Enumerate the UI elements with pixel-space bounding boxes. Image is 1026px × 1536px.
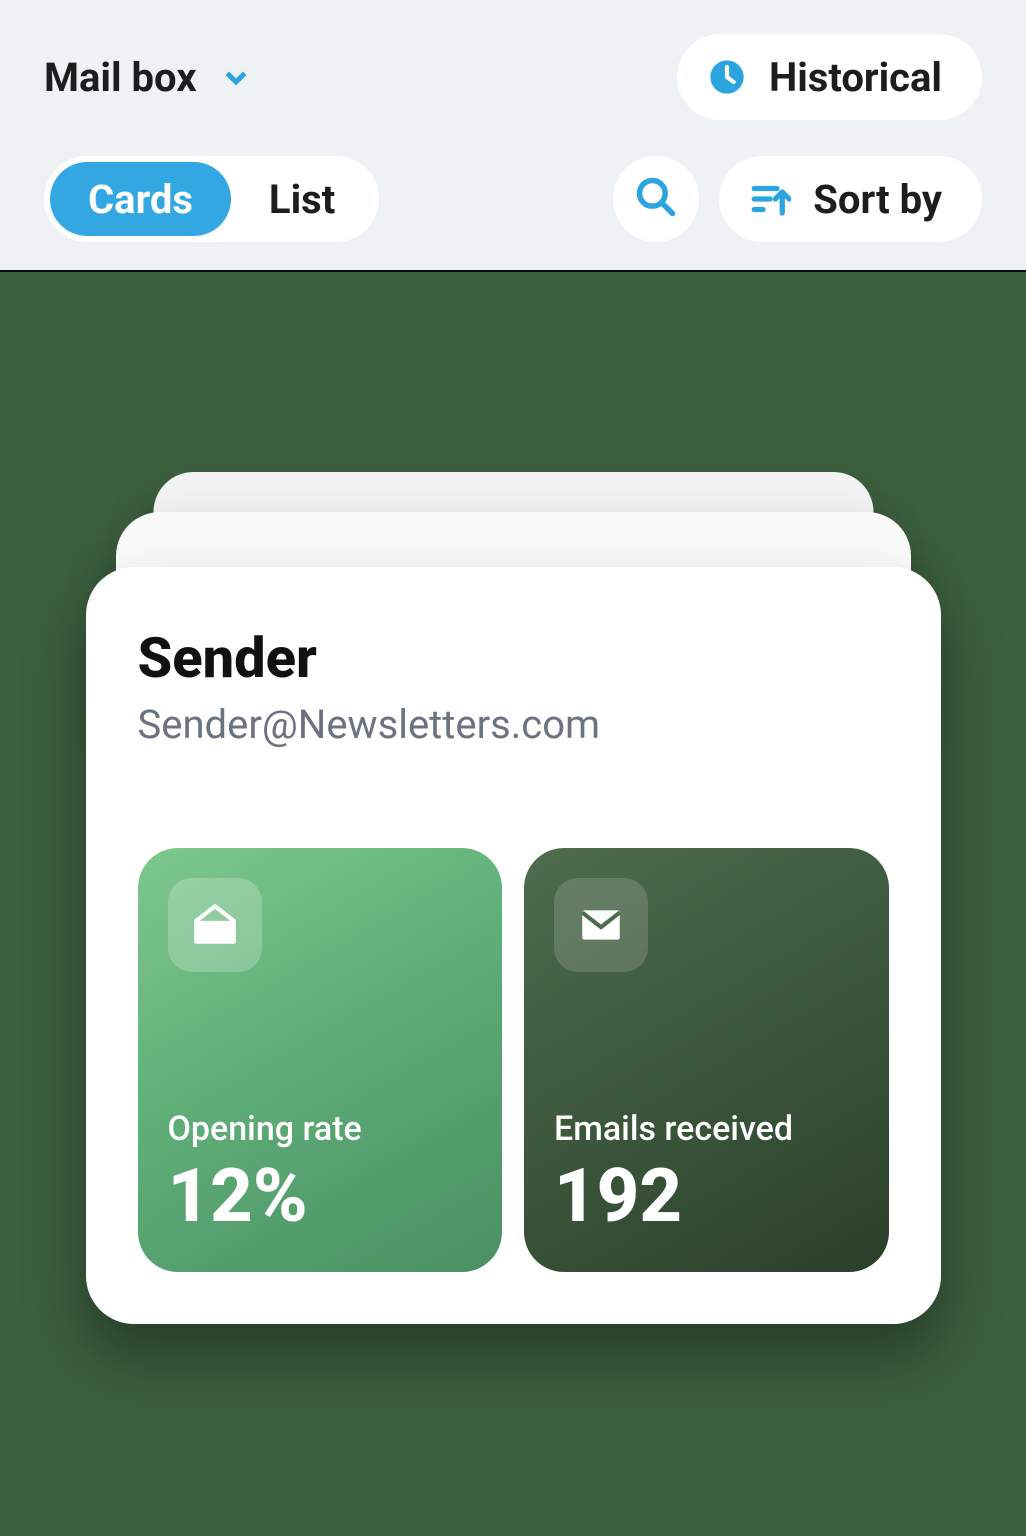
metric-tiles: Opening rate 12% Emails received 192 — [138, 848, 889, 1272]
sender-title: Sender — [138, 625, 889, 691]
chevron-down-icon — [221, 62, 251, 92]
tile-opening-rate-value: 12% — [168, 1153, 473, 1240]
mailbox-select-label: Mail box — [44, 54, 197, 101]
tile-emails-received-value: 192 — [554, 1153, 859, 1240]
tile-opening-rate[interactable]: Opening rate 12% — [138, 848, 503, 1272]
historical-label: Historical — [769, 54, 942, 101]
envelope-icon — [554, 878, 648, 972]
sort-label: Sort by — [813, 176, 942, 223]
mailbox-select[interactable]: Mail box — [44, 54, 251, 101]
sender-card[interactable]: Sender Sender@Newsletters.com Opening ra… — [86, 567, 941, 1324]
header-row-top: Mail box Historical — [44, 34, 982, 120]
clock-icon — [707, 57, 747, 97]
tile-emails-received[interactable]: Emails received 192 — [524, 848, 889, 1272]
open-envelope-icon — [168, 878, 262, 972]
view-toggle-list[interactable]: List — [231, 162, 373, 236]
sort-icon — [749, 178, 791, 220]
header: Mail box Historical Cards List — [0, 0, 1026, 270]
search-button[interactable] — [613, 156, 699, 242]
header-row-controls: Cards List Sort by — [44, 156, 982, 242]
tile-emails-received-label: Emails received — [554, 1109, 859, 1149]
search-icon — [634, 175, 678, 223]
sort-button[interactable]: Sort by — [719, 156, 982, 242]
historical-button[interactable]: Historical — [677, 34, 982, 120]
view-toggle-cards[interactable]: Cards — [50, 162, 231, 236]
view-toggle: Cards List — [44, 156, 379, 242]
content-area: Sender Sender@Newsletters.com Opening ra… — [0, 272, 1026, 1536]
tile-opening-rate-label: Opening rate — [168, 1109, 473, 1149]
sender-email: Sender@Newsletters.com — [138, 701, 889, 748]
